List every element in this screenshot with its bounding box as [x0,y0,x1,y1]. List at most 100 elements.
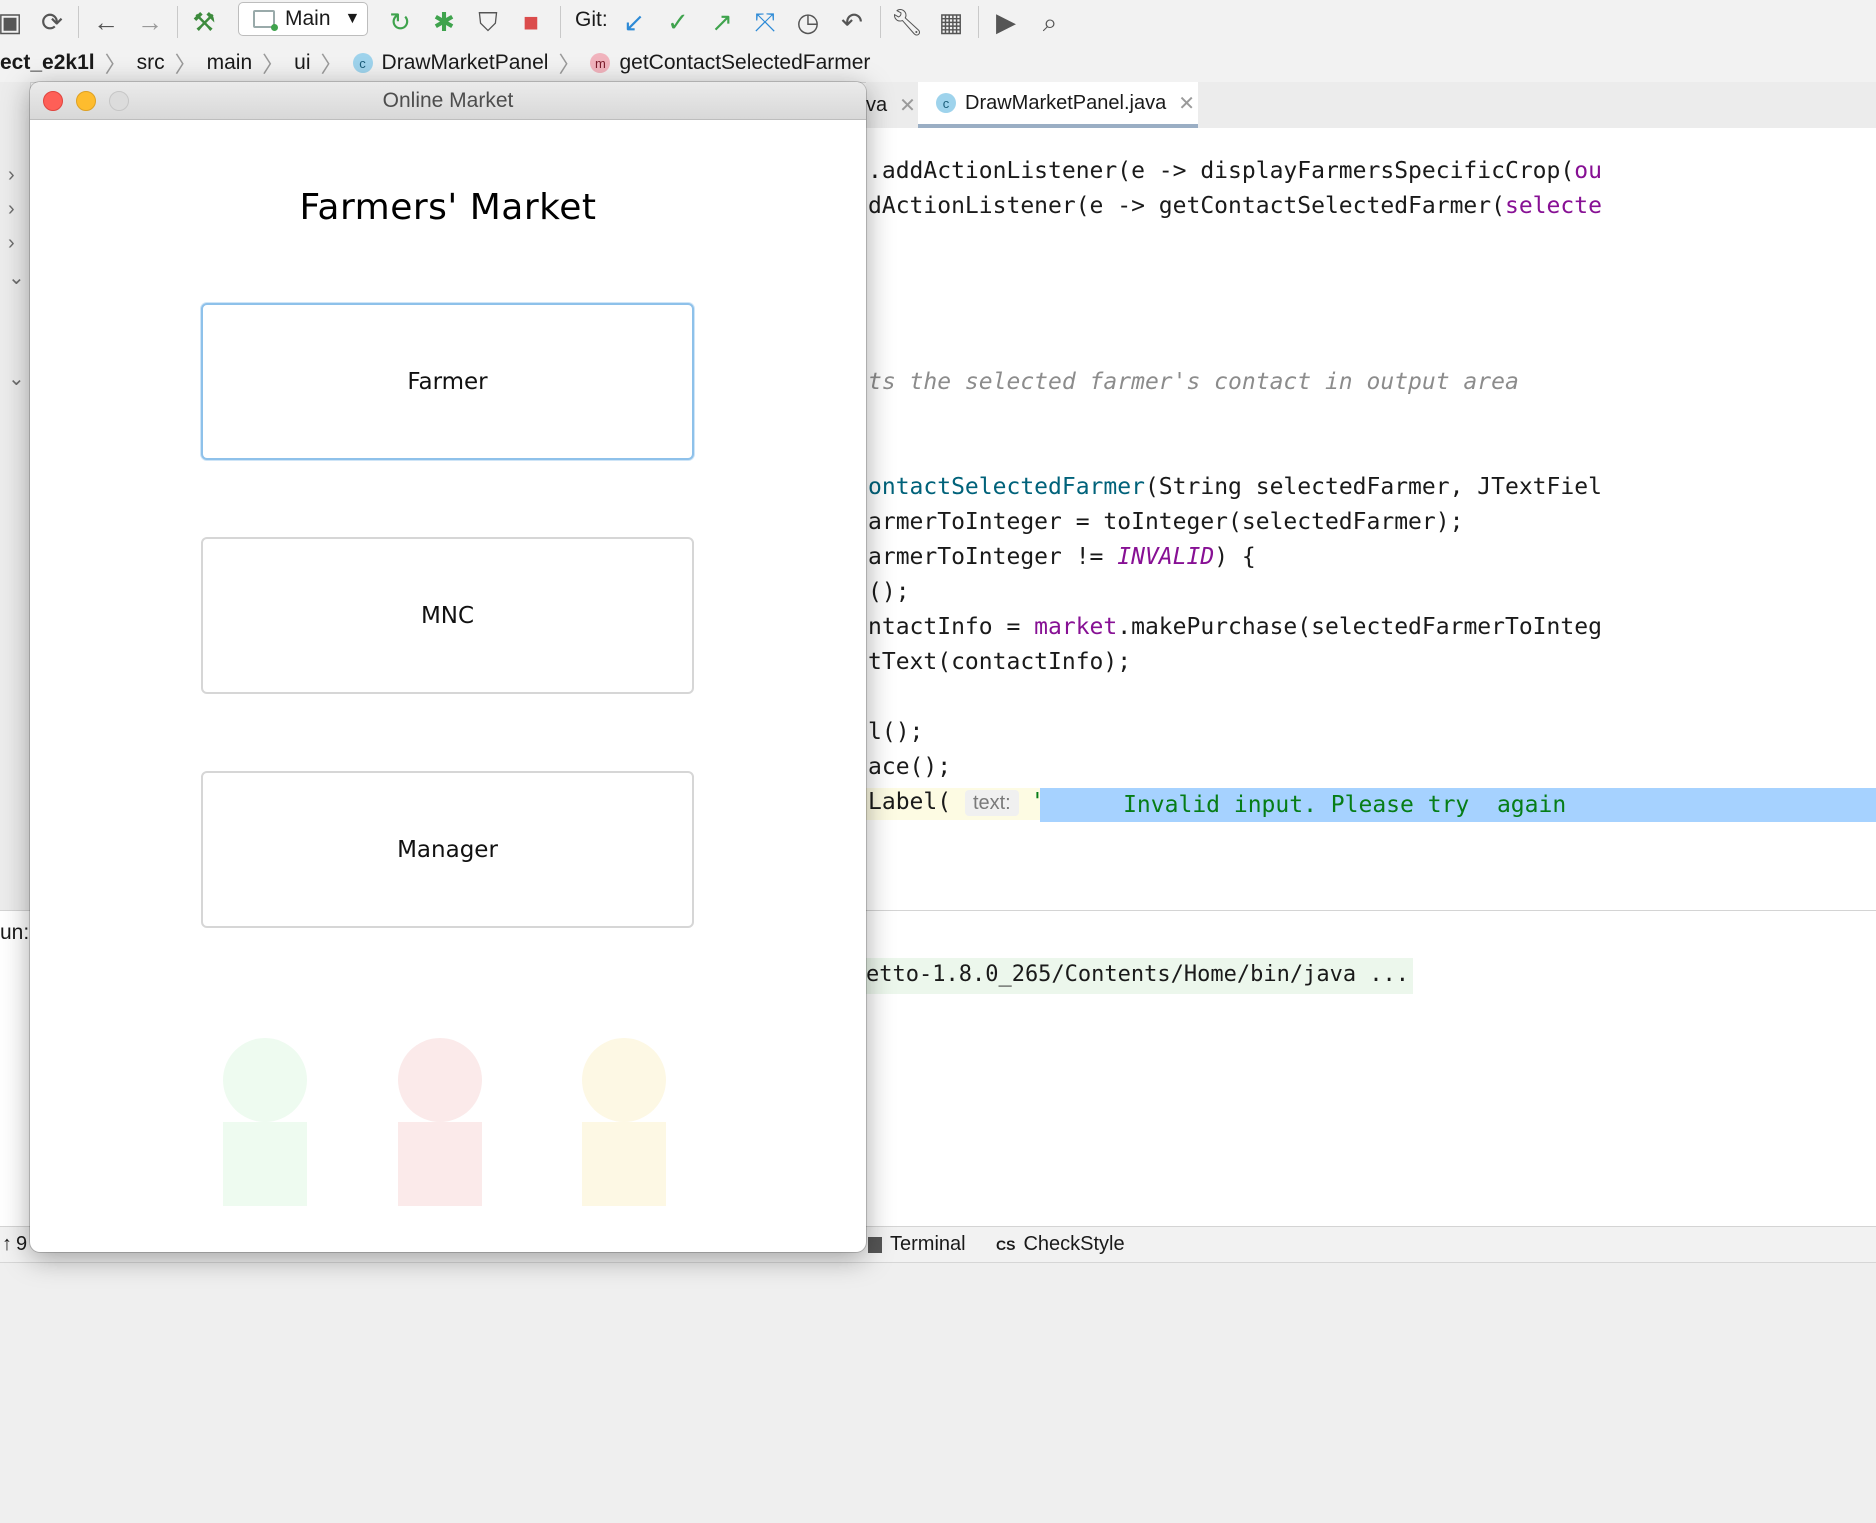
git-tool-button[interactable]: ↑ 9 [2,1233,27,1256]
main-toolbar: ▣ ⟳ ← → ⚒ Main ▼ ↻ ✱ ⛉ ■ Git: ↙ ✓ ↗ ⤧ ◷ … [0,0,1876,45]
chevron-right-icon[interactable]: › [8,198,15,221]
back-arrow-icon[interactable]: ← [90,6,122,38]
code-text: selecte [1504,193,1602,219]
figure-body [223,1122,307,1206]
code-text: .addActionListener(e -> displayFarmersSp… [868,158,1575,184]
figure-head [223,1038,307,1122]
forward-arrow-icon[interactable]: → [134,6,166,38]
editor-tab-drawmarketpanel[interactable]: c DrawMarketPanel.java ✕ [918,82,1198,128]
code-text: ontactSelectedFarmer [868,474,1145,500]
code-line: l(); [868,719,924,745]
checkstyle-tool-button[interactable]: CS CheckStyle [996,1233,1125,1256]
toolbar-separator [978,6,979,38]
sync-icon[interactable]: ⟳ [36,6,68,38]
code-line: armerToInteger = toInteger(selectedFarme… [868,509,1464,535]
chevron-right-icon: 〉 [104,52,127,77]
window-title: Online Market [382,89,514,112]
breadcrumb-main[interactable]: main [207,51,253,75]
code-text: market [1034,614,1118,640]
chevron-right-icon: 〉 [174,52,197,77]
figure-head [398,1038,482,1122]
breadcrumb-ui[interactable]: ui [294,51,310,75]
breadcrumb-class-label: DrawMarketPanel [381,51,549,74]
application-config-icon [253,10,278,31]
toolbar-separator [880,6,881,38]
figure-body [582,1122,666,1206]
run-console-output: etto-1.8.0_265/Contents/Home/bin/java ..… [866,958,1414,994]
breadcrumb-method-label: getContactSelectedFarmer [619,51,871,74]
breadcrumb-src[interactable]: src [137,51,165,75]
farmer-button[interactable]: Farmer [201,303,694,460]
checkstyle-label: CheckStyle [1023,1233,1125,1255]
terminal-label: Terminal [890,1233,966,1255]
chevron-down-icon: ▼ [344,10,361,27]
save-icon[interactable]: ▣ [0,6,26,38]
navigation-breadcrumb: ect_e2k1l 〉 src 〉 main 〉 ui 〉 c DrawMark… [0,44,1876,83]
toolbar-separator [560,6,561,38]
selected-string-literal: Invalid input. Please try again [1040,788,1876,822]
code-line: ace(); [868,754,952,780]
code-line: Label( text: " [868,789,1046,816]
breadcrumb-project[interactable]: ect_e2k1l [0,51,95,75]
breadcrumb-method[interactable]: m getContactSelectedFarmer [590,51,870,75]
search-icon[interactable]: ⌕ [1034,6,1066,38]
stop-icon[interactable]: ■ [515,6,547,38]
rollback-icon[interactable]: ↶ [836,6,868,38]
code-line: ntactInfo = market.makePurchase(selected… [868,614,1602,640]
run-config-label: Main [285,7,331,30]
tab-label: va [866,93,888,116]
method-icon: m [590,53,611,73]
tab-label: DrawMarketPanel.java [965,91,1167,114]
git-merge-icon[interactable]: ⤧ [749,6,781,38]
run-with-coverage-icon[interactable]: ⛉ [472,6,504,38]
toolbar-separator [78,6,79,38]
code-line: dActionListener(e -> getContactSelectedF… [868,193,1602,219]
code-line: (); [868,579,910,605]
chevron-right-icon[interactable]: › [8,232,15,255]
terminal-tool-button[interactable]: Terminal [868,1233,966,1256]
chevron-down-icon[interactable]: ⌄ [8,265,25,290]
arrow-up-icon: ↑ [2,1233,12,1255]
code-text: ) { [1214,544,1256,570]
code-comment: ts the selected farmer's contact in outp… [868,369,1519,395]
git-label: Git: [575,8,608,31]
code-text: (String selectedFarmer, JTextFiel [1144,474,1602,500]
code-line: tText(contactInfo); [868,649,1132,675]
online-market-window: Online Market Farmers' Market Farmer MNC… [30,82,866,1252]
code-text: .makePurchase(selectedFarmerToInteg [1117,614,1602,640]
git-update-icon[interactable]: ↙ [618,6,650,38]
breadcrumb-class[interactable]: c DrawMarketPanel [352,51,549,75]
project-structure-icon[interactable]: ▦ [935,6,967,38]
status-bar [0,1262,1876,1523]
parameter-hint: text: [964,790,1019,816]
market-heading: Farmers' Market [299,187,597,228]
chevron-right-icon[interactable]: › [8,164,15,187]
code-text: armerToInteger != [868,544,1118,570]
mnc-button[interactable]: MNC [201,537,694,694]
window-titlebar[interactable]: Online Market [30,82,866,120]
class-icon: c [936,93,956,113]
chevron-down-icon[interactable]: ⌄ [8,366,25,391]
run-panel-label: un: [0,921,30,944]
rerun-icon[interactable]: ↻ [384,6,416,38]
code-editor[interactable]: .addActionListener(e -> displayFarmersSp… [866,128,1876,910]
git-commit-icon[interactable]: ✓ [662,6,694,38]
toolbar-separator [177,6,178,38]
editor-tab-previous[interactable]: va ✕ [866,82,918,128]
chevron-right-icon: 〉 [262,52,285,77]
manager-button[interactable]: Manager [201,771,694,928]
settings-wrench-icon[interactable]: 🔧︎ [891,6,924,38]
code-line: ontactSelectedFarmer(String selectedFarm… [868,474,1602,500]
figure-body [398,1122,482,1206]
git-push-icon[interactable]: ↗ [706,6,738,38]
build-hammer-icon[interactable]: ⚒ [188,6,220,38]
history-clock-icon[interactable]: ◷ [792,6,824,38]
presentation-icon[interactable]: ▶ [990,6,1022,38]
close-icon[interactable]: ✕ [1178,91,1195,116]
class-icon: c [352,53,373,73]
run-configuration-selector[interactable]: Main ▼ [238,2,368,36]
debug-bug-icon[interactable]: ✱ [428,6,460,38]
close-icon[interactable]: ✕ [899,93,916,118]
code-line: .addActionListener(e -> displayFarmersSp… [868,158,1602,184]
git-tool-number: 9 [16,1233,28,1255]
